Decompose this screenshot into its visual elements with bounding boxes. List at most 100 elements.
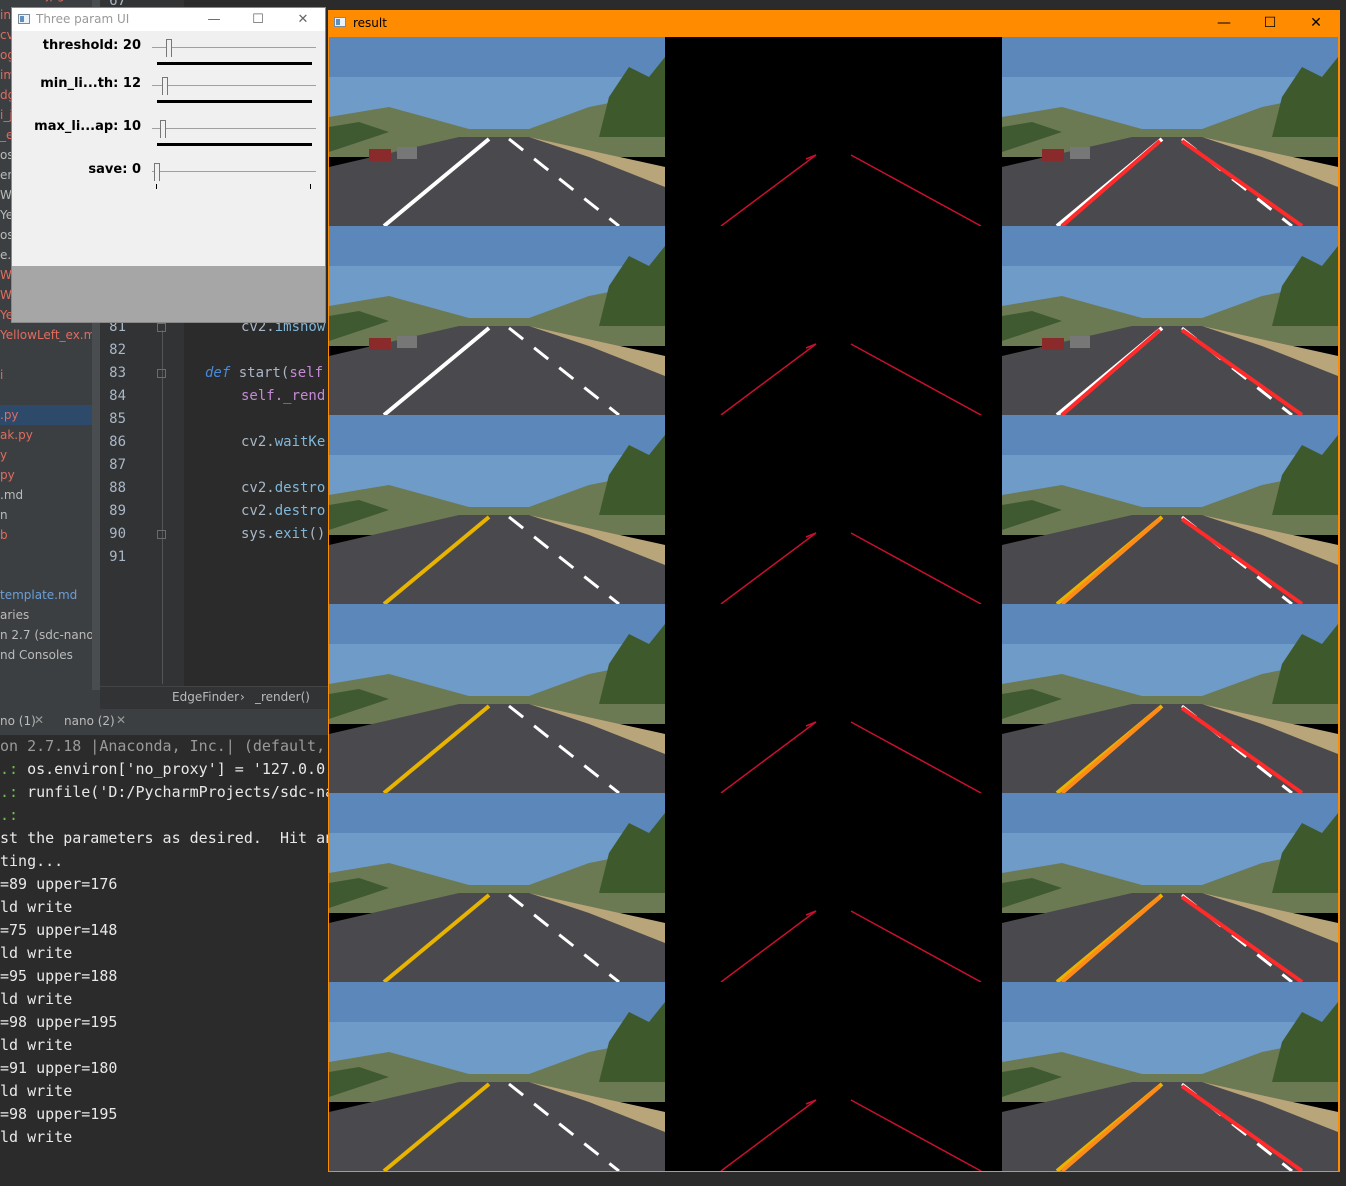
console-text: ting... xyxy=(0,852,64,870)
console-line: =95 upper=188 xyxy=(0,965,117,988)
code-token: waitKe xyxy=(274,434,326,450)
sky-top xyxy=(1002,37,1338,77)
console-text: =98 upper=195 xyxy=(0,1105,118,1123)
fold-marker[interactable] xyxy=(157,530,166,539)
project-tree-item[interactable]: YellowLeft_ex.mp4 xyxy=(0,325,100,345)
console-line: ld write xyxy=(0,1080,72,1103)
console-line: ld write xyxy=(0,988,72,1011)
close-icon[interactable]: ✕ xyxy=(34,713,44,727)
console-line: on 2.7.18 |Anaconda, Inc.| (default, xyxy=(0,735,325,758)
edge-background xyxy=(665,226,1002,415)
project-tree-item[interactable]: in xyxy=(0,5,11,25)
console-line: ld write xyxy=(0,1126,72,1149)
project-tree-item[interactable]: aries xyxy=(0,605,29,625)
code-token: cv2. xyxy=(241,480,275,496)
result-cell-original xyxy=(329,604,665,793)
trackbar-thumb[interactable] xyxy=(161,77,168,95)
hough-lines-image xyxy=(665,982,1002,1171)
console-line: .: xyxy=(0,804,27,827)
edge-background xyxy=(665,793,1002,982)
maximize-button[interactable]: ☐ xyxy=(1247,10,1293,36)
console-line: ting... xyxy=(0,850,63,873)
project-tree-item[interactable]: nd Consoles xyxy=(0,645,73,665)
result-cell-hough-lines xyxy=(665,226,1002,415)
hough-lines-image xyxy=(665,415,1002,604)
code-token: ._rend xyxy=(274,388,326,404)
minimize-button[interactable]: — xyxy=(192,8,236,31)
close-icon[interactable]: ✕ xyxy=(116,713,126,727)
result-cell-hough-lines xyxy=(665,604,1002,793)
trackbar-thumb[interactable] xyxy=(160,120,166,138)
sky-top xyxy=(329,604,665,644)
original-image xyxy=(329,415,665,604)
maximize-button[interactable]: ☐ xyxy=(236,8,280,31)
overlay-image xyxy=(1002,793,1338,982)
trackbar-fill xyxy=(157,100,312,103)
project-tree-item[interactable]: n 2.7 (sdc-nano) > xyxy=(0,625,100,645)
project-tree-item[interactable]: .md xyxy=(0,485,23,505)
console-line: =98 upper=195 xyxy=(0,1103,117,1126)
trackbar-track[interactable] xyxy=(152,85,316,86)
three-param-window: Three param UI — ☐ ✕ threshold: 20 min_li… xyxy=(11,7,326,323)
code-line: sys.exit() xyxy=(241,523,325,546)
console-prompt: .: xyxy=(0,760,28,778)
code-token: self xyxy=(289,365,324,381)
project-tree-item[interactable]: b xyxy=(0,525,8,545)
sky-top xyxy=(329,793,665,833)
project-tree-item[interactable]: py xyxy=(0,465,15,485)
console-line: =98 upper=195 xyxy=(0,1011,117,1034)
sky-top xyxy=(1002,604,1338,644)
fold-marker[interactable] xyxy=(157,323,166,332)
trackbar-thumb[interactable] xyxy=(154,163,160,181)
trackbar-fill xyxy=(157,143,312,146)
result-cell-overlay xyxy=(1002,37,1338,226)
original-image xyxy=(329,982,665,1171)
result-cell-overlay xyxy=(1002,415,1338,604)
trackbar-label: max_li...ap: 10 xyxy=(34,119,141,134)
trackbar-track[interactable] xyxy=(152,128,316,129)
console-prompt: .: xyxy=(0,806,28,824)
trackbar-track[interactable] xyxy=(152,171,316,172)
param-titlebar[interactable]: Three param UI — ☐ ✕ xyxy=(12,8,325,31)
trackbar-track[interactable] xyxy=(152,47,316,48)
window-icon xyxy=(334,17,346,27)
project-tree-item[interactable]: .py xyxy=(0,405,100,425)
result-cell-overlay xyxy=(1002,604,1338,793)
car xyxy=(1042,338,1064,350)
project-tree-item[interactable]: ak.py xyxy=(0,425,33,445)
code-token: def xyxy=(205,365,239,381)
project-tree-item[interactable]: i xyxy=(0,365,3,385)
console-text: =75 upper=148 xyxy=(0,921,118,939)
trackbar-fill xyxy=(157,62,312,65)
overlay-image xyxy=(1002,226,1338,415)
result-titlebar[interactable]: result — ☐ ✕ xyxy=(328,10,1340,36)
python-console[interactable]: on 2.7.18 |Anaconda, Inc.| (default,.: o… xyxy=(0,735,330,1186)
line-number: 90 xyxy=(109,526,126,542)
console-tab-1[interactable]: no (1) xyxy=(0,714,36,728)
hough-lines-image xyxy=(665,37,1002,226)
console-tab-2[interactable]: nano (2) xyxy=(64,714,115,728)
breadcrumb-method[interactable]: _render() xyxy=(255,690,310,704)
fold-marker[interactable] xyxy=(157,369,166,378)
code-line: cv2.destro xyxy=(241,500,325,523)
project-tree-item[interactable]: y xyxy=(0,445,7,465)
console-text: =89 upper=176 xyxy=(0,875,118,893)
close-button[interactable]: ✕ xyxy=(281,8,325,31)
window-icon xyxy=(18,14,30,24)
code-token: sys. xyxy=(241,526,275,542)
project-tree-item[interactable]: template.md xyxy=(0,585,77,605)
project-tree-item[interactable]: n xyxy=(0,505,8,525)
overlay-image xyxy=(1002,37,1338,226)
close-button[interactable]: ✕ xyxy=(1293,10,1339,36)
code-token: exit xyxy=(274,526,309,542)
sky-top xyxy=(1002,415,1338,455)
result-image-grid xyxy=(329,37,1338,1171)
console-text: runfile('D:/PycharmProjects/sdc-na xyxy=(27,783,330,801)
sky-top xyxy=(1002,982,1338,1022)
code-line: def start(self xyxy=(205,362,323,385)
code-line: cv2.destro xyxy=(241,477,325,500)
breadcrumb-class[interactable]: EdgeFinder xyxy=(172,690,239,704)
console-text: on 2.7.18 |Anaconda, Inc.| (default, xyxy=(0,737,326,755)
trackbar-thumb[interactable] xyxy=(166,39,172,57)
minimize-button[interactable]: — xyxy=(1201,10,1247,36)
